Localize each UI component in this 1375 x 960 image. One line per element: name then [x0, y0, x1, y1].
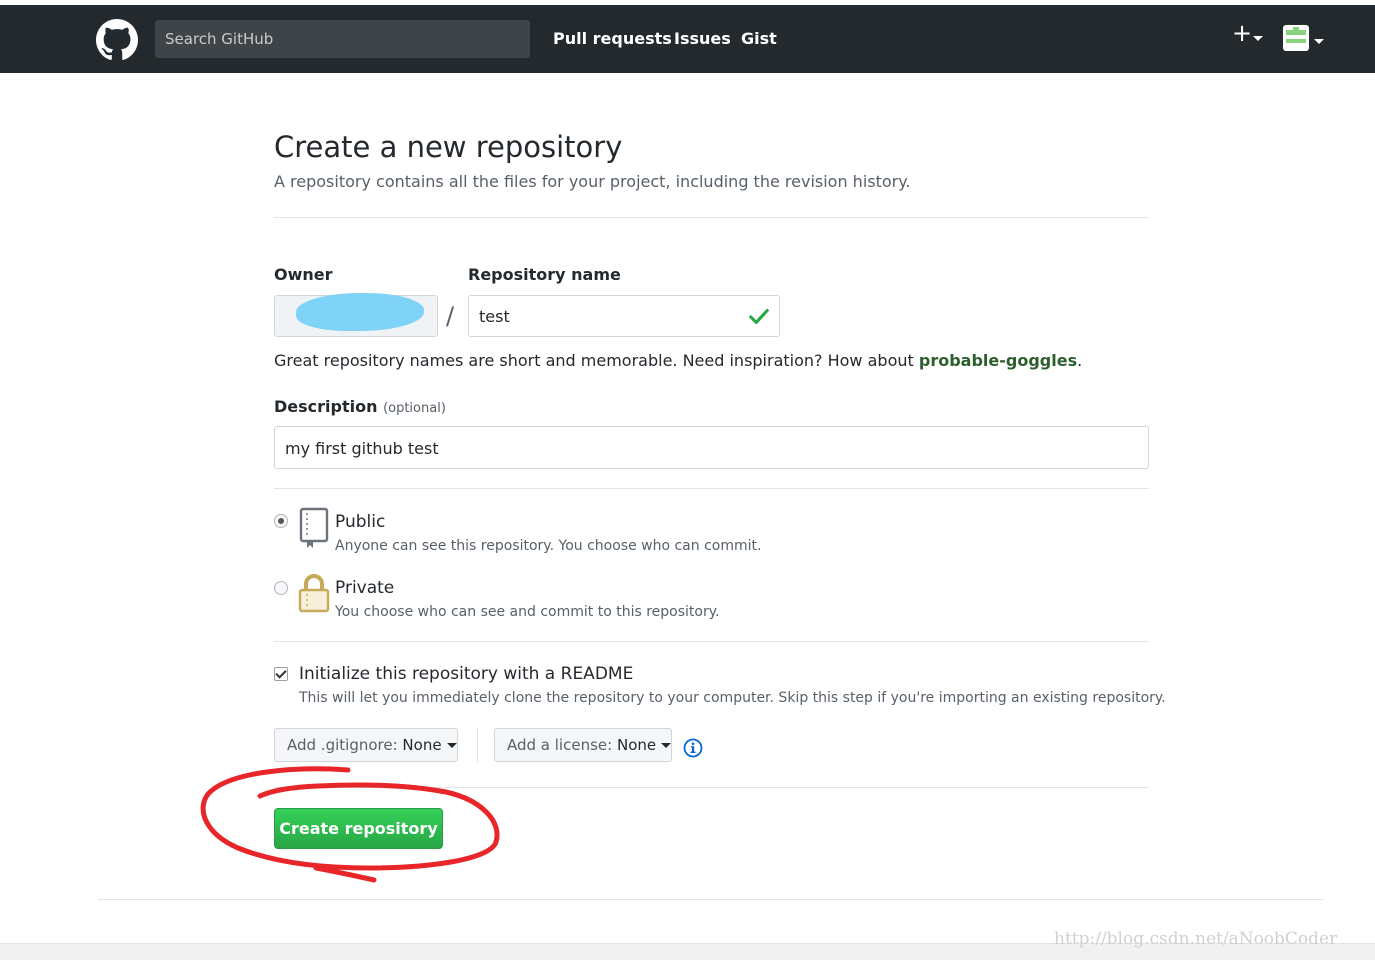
chevron-down-icon[interactable]: [1314, 39, 1324, 44]
info-icon[interactable]: [683, 738, 703, 758]
private-title: Private: [335, 578, 395, 598]
nav-gist[interactable]: Gist: [741, 29, 777, 48]
public-description: Anyone can see this repository. You choo…: [335, 538, 762, 554]
divider: [477, 728, 478, 762]
search-input[interactable]: Search GitHub: [155, 20, 530, 58]
license-dropdown[interactable]: Add a license: None: [494, 728, 672, 762]
suggested-name-link[interactable]: probable-goggles: [919, 351, 1077, 370]
repo-name-hint: Great repository names are short and mem…: [274, 351, 1083, 370]
public-radio[interactable]: [274, 514, 288, 528]
private-description: You choose who can see and commit to thi…: [335, 604, 720, 620]
chevron-down-icon[interactable]: [1253, 36, 1263, 41]
annotation-circle: [200, 766, 500, 883]
lock-icon: [298, 574, 330, 613]
redaction-mark: [296, 293, 424, 331]
check-icon: [749, 308, 769, 324]
repo-book-icon: [299, 507, 329, 548]
watermark: http://blog.csdn.net/aNoobCoder: [1054, 929, 1338, 949]
optional-tag: (optional): [383, 401, 446, 416]
divider: [274, 488, 1149, 489]
private-radio[interactable]: [274, 581, 288, 595]
page-subtitle: A repository contains all the files for …: [274, 172, 911, 191]
plus-icon[interactable]: +: [1232, 21, 1252, 45]
public-title: Public: [335, 512, 386, 532]
divider: [274, 217, 1149, 218]
owner-repo-separator: /: [446, 302, 455, 330]
chevron-down-icon: [661, 743, 672, 748]
init-readme-description: This will let you immediately clone the …: [299, 690, 1166, 706]
gitignore-dropdown[interactable]: Add .gitignore: None: [274, 728, 458, 762]
footer-divider: [98, 899, 1324, 900]
chevron-down-icon: [446, 743, 457, 748]
nav-issues[interactable]: Issues: [674, 29, 731, 48]
github-octocat-icon[interactable]: [96, 19, 138, 61]
page-title: Create a new repository: [274, 130, 623, 164]
global-header: Search GitHub Pull requests Issues Gist …: [0, 0, 1375, 73]
divider: [274, 641, 1149, 642]
init-readme-title: Initialize this repository with a README: [299, 664, 634, 684]
nav-pull-requests[interactable]: Pull requests: [553, 29, 672, 48]
description-input[interactable]: my first github test: [274, 426, 1149, 469]
avatar[interactable]: [1283, 25, 1309, 51]
owner-label: Owner: [274, 265, 333, 284]
repo-name-input[interactable]: test: [468, 295, 780, 337]
description-label: Description (optional): [274, 397, 446, 416]
repo-name-label: Repository name: [468, 265, 621, 284]
init-readme-checkbox[interactable]: [274, 667, 288, 681]
